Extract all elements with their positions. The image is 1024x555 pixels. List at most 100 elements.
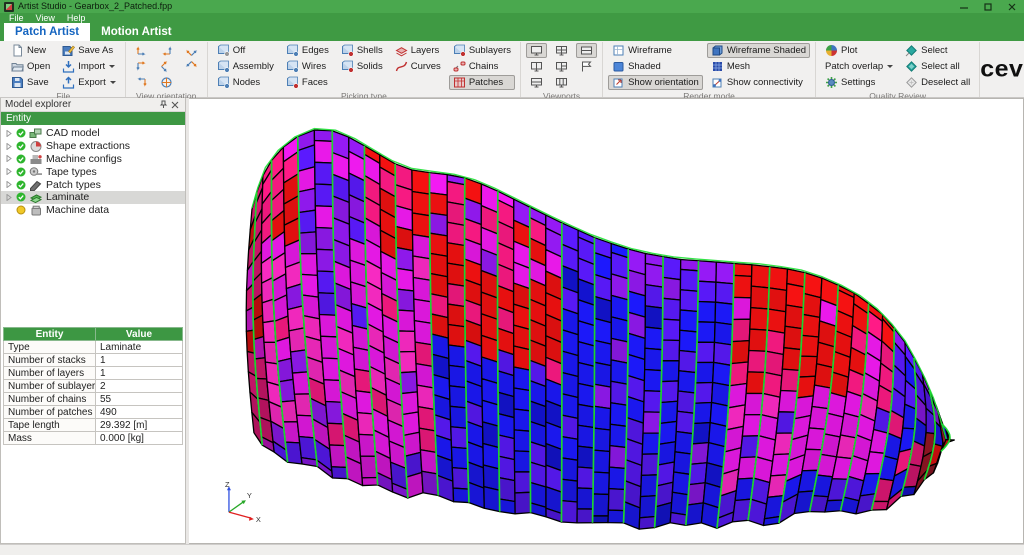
settings-button[interactable]: Settings: [821, 75, 897, 90]
view-fit-button[interactable]: [181, 59, 202, 74]
menu-view[interactable]: View: [30, 13, 61, 23]
open-folder-icon: [11, 60, 24, 73]
save-button[interactable]: Save: [7, 75, 54, 90]
pin-icon[interactable]: [157, 99, 169, 111]
button-label: Show orientation: [628, 77, 699, 88]
viewport-wide-button[interactable]: [526, 75, 547, 90]
button-label: Plot: [841, 45, 858, 56]
new-button[interactable]: New: [7, 43, 54, 58]
close-button[interactable]: [1000, 0, 1024, 13]
nodes-button[interactable]: Nodes: [213, 75, 278, 90]
export-button[interactable]: Export: [58, 75, 119, 90]
assembly-button[interactable]: Assembly: [213, 59, 278, 74]
expand-chevron-icon[interactable]: [5, 142, 12, 150]
view-rotate-button[interactable]: [181, 43, 202, 58]
tree-item-machine-data[interactable]: Machine data: [1, 204, 185, 217]
patched-laminate-model[interactable]: [245, 127, 955, 530]
save-as-button[interactable]: Save As: [58, 43, 119, 58]
import-button[interactable]: Import: [58, 59, 119, 74]
layers-button[interactable]: Layers: [391, 43, 445, 58]
sublayers-button[interactable]: Sublayers: [449, 43, 515, 58]
patch-overlap-button[interactable]: Patch overlap: [821, 59, 897, 74]
plot-button[interactable]: Plot: [821, 43, 897, 58]
viewport-three-button[interactable]: [551, 59, 572, 74]
edges-button[interactable]: Edges: [282, 43, 333, 58]
prop-row-number-of-layers: Number of layers 1: [3, 366, 183, 380]
checked-status-icon[interactable]: [15, 128, 26, 138]
off-button[interactable]: Off: [213, 43, 278, 58]
view-neg-x-button[interactable]: [131, 59, 152, 74]
view-neg-y-button[interactable]: [156, 43, 177, 58]
expand-chevron-icon[interactable]: [5, 181, 12, 189]
chains-button[interactable]: Chains: [449, 59, 515, 74]
axis-label-x: X: [256, 515, 261, 524]
viewport-split-button[interactable]: [576, 43, 598, 58]
tab-patch-artist[interactable]: Patch Artist: [4, 23, 91, 41]
checked-status-icon[interactable]: [15, 154, 26, 164]
viewport-3d[interactable]: Z Y X: [189, 98, 1024, 544]
tree-item-machine-configs[interactable]: Machine configs: [1, 153, 185, 166]
viewport-grid-button[interactable]: [551, 75, 572, 90]
button-label: Sublayers: [468, 45, 512, 56]
checked-status-icon[interactable]: [15, 192, 26, 202]
tree-item-shape-extractions[interactable]: Shape extractions: [1, 140, 185, 153]
view-x-button[interactable]: [131, 43, 152, 58]
pick-nodes-icon: [217, 76, 230, 89]
view-fit-icon: [185, 60, 198, 73]
tab-motion-artist[interactable]: Motion Artist: [90, 23, 182, 41]
view-y-button[interactable]: [131, 75, 152, 90]
patches-button[interactable]: Patches: [448, 75, 516, 90]
button-label: Open: [27, 61, 51, 72]
maximize-button[interactable]: [976, 0, 1000, 13]
wireframe-shaded-button[interactable]: Wireframe Shaded: [706, 43, 811, 58]
select-all-button[interactable]: Select all: [901, 59, 974, 74]
shaded-button[interactable]: Shaded: [608, 59, 703, 74]
solids-button[interactable]: Solids: [337, 59, 387, 74]
checked-status-icon[interactable]: [15, 180, 26, 190]
expand-chevron-icon[interactable]: [5, 193, 12, 201]
tree-item-tape-types[interactable]: Tape types: [1, 165, 185, 178]
shells-button[interactable]: Shells: [337, 43, 387, 58]
view-z-button[interactable]: [156, 59, 177, 74]
select-button[interactable]: Select: [901, 43, 974, 58]
show-connectivity-button[interactable]: Show connectivity: [707, 75, 810, 90]
deselect-all-button[interactable]: Deselect all: [901, 75, 974, 90]
checked-status-icon[interactable]: [15, 167, 26, 177]
menu-file[interactable]: File: [3, 13, 30, 23]
tree-item-patch-types[interactable]: Patch types: [1, 178, 185, 192]
axis-label-z: Z: [225, 480, 230, 489]
pick-solids-icon: [341, 60, 354, 73]
menu-help[interactable]: Help: [61, 13, 92, 23]
wires-button[interactable]: Wires: [282, 59, 333, 74]
view-neg-z-button[interactable]: [156, 75, 177, 90]
minimize-button[interactable]: [952, 0, 976, 13]
mesh-button[interactable]: Mesh: [707, 59, 810, 74]
button-label: New: [27, 45, 47, 56]
open-button[interactable]: Open: [7, 59, 54, 74]
viewport-flag-button[interactable]: [576, 59, 597, 74]
panel-close-icon[interactable]: [169, 99, 181, 111]
tree-item-laminate[interactable]: Laminate: [1, 190, 185, 204]
viewport-two-button[interactable]: [526, 59, 547, 74]
pick-assembly-icon: [217, 60, 230, 73]
menubar: File View Help: [0, 13, 1024, 23]
button-label: Select: [921, 45, 948, 56]
shape-extractions-icon: [29, 140, 43, 153]
show-orientation-button[interactable]: Show orientation: [608, 75, 703, 90]
tree-item-label: Patch types: [46, 178, 101, 191]
3d-model-canvas[interactable]: Z Y X: [189, 99, 1023, 543]
axis-triad: Z Y X: [225, 480, 261, 524]
tree-item-cad-model[interactable]: CAD model: [1, 127, 185, 140]
viewport-single-button[interactable]: [526, 43, 548, 58]
prop-label: Number of sublayers: [3, 379, 96, 393]
wireframe-button[interactable]: Wireframe: [608, 43, 703, 58]
curves-button[interactable]: Curves: [391, 59, 445, 74]
expand-chevron-icon[interactable]: [5, 129, 12, 137]
pending-status-icon[interactable]: [15, 205, 26, 215]
pick-shells-icon: [341, 44, 354, 57]
expand-chevron-icon[interactable]: [5, 155, 12, 163]
expand-chevron-icon[interactable]: [5, 168, 12, 176]
viewport-quad-button[interactable]: [551, 43, 572, 58]
faces-button[interactable]: Faces: [282, 75, 333, 90]
checked-status-icon[interactable]: [15, 141, 26, 151]
